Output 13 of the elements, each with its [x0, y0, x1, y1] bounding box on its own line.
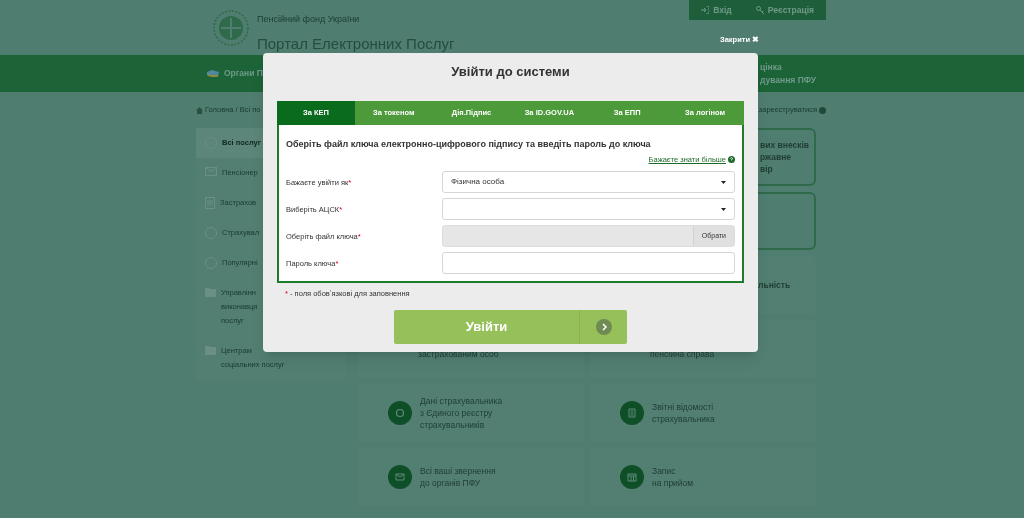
form-heading: Оберіть файл ключа електронно-цифрового підпису та введіть пароль до ключа: [286, 137, 652, 151]
card-title: ржавне: [760, 151, 793, 163]
card-title: страхувальника: [652, 413, 715, 425]
card-title: з Єдиного реєстру: [420, 407, 494, 419]
card-title: Запис: [652, 465, 677, 477]
card-title: Звітні відомості: [652, 401, 715, 413]
card-title: вір: [760, 163, 774, 175]
card-title: льність: [758, 279, 791, 291]
card-title: страхувальників: [420, 419, 486, 431]
card-title: Дані страхувальника: [420, 395, 503, 407]
card-title: Всі ваші звернення: [420, 465, 496, 477]
card-title: вих внесків: [760, 139, 810, 151]
dialog-title: Увійти до системи: [450, 63, 571, 81]
